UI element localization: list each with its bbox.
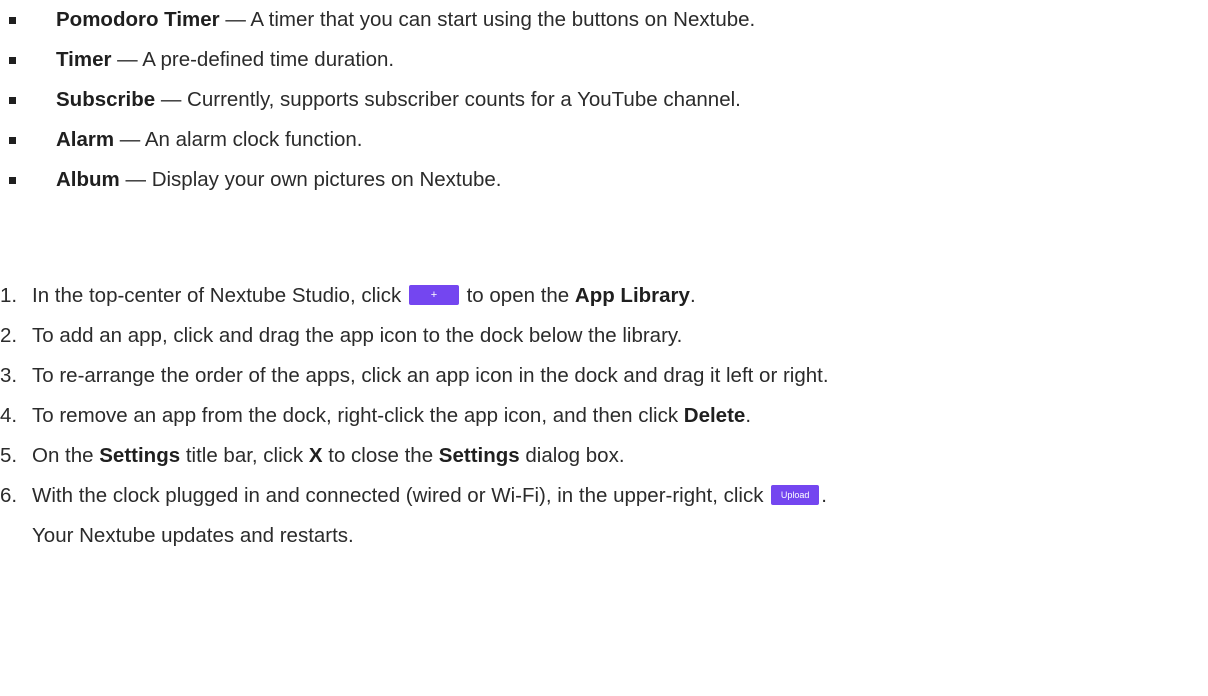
bold-term: App Library	[574, 284, 690, 307]
bullet-square-icon	[9, 176, 16, 184]
text-fragment: To remove an app from the dock, right-cl…	[32, 404, 684, 427]
bullet-square-icon	[9, 96, 16, 104]
feature-text: Timer — A pre-defined time duration.	[56, 48, 394, 72]
step-text: In the top-center of Nextube Studio, cli…	[32, 284, 696, 308]
text-fragment: to open the	[460, 284, 575, 307]
text-fragment: .	[745, 404, 752, 427]
separator: —	[119, 168, 152, 191]
step-number: 2.	[0, 324, 18, 347]
step-text: To add an app, click and drag the app ic…	[32, 324, 683, 347]
feature-name: Album	[56, 168, 120, 191]
feature-name: Alarm	[56, 128, 115, 151]
step-text: To remove an app from the dock, right-cl…	[32, 404, 751, 428]
step-text: To re-arrange the order of the apps, cli…	[32, 364, 829, 387]
step-text: Your Nextube updates and restarts.	[32, 524, 354, 547]
feature-desc: An alarm clock function.	[144, 128, 363, 151]
feature-text: Album — Display your own pictures on Nex…	[56, 168, 502, 192]
feature-text: Pomodoro Timer — A timer that you can st…	[56, 8, 755, 32]
feature-name: Timer	[56, 48, 112, 71]
add-app-button[interactable]: +	[408, 284, 459, 305]
text-fragment: With the clock plugged in and connected …	[32, 484, 770, 507]
separator: —	[155, 88, 188, 111]
feature-text: Subscribe — Currently, supports subscrib…	[56, 88, 741, 112]
step-number: 6.	[0, 484, 18, 507]
text-fragment: title bar, click	[180, 444, 309, 467]
upload-button[interactable]: Upload	[771, 484, 820, 505]
text-fragment: .	[821, 484, 827, 507]
feature-desc: A pre-defined time duration.	[142, 48, 395, 71]
step-text: On the Settings title bar, click X to cl…	[32, 444, 625, 468]
step-number: 5.	[0, 444, 18, 467]
text-fragment: In the top-center of Nextube Studio, cli…	[32, 284, 407, 307]
feature-desc: Display your own pictures on Nextube.	[151, 168, 502, 191]
text-fragment: to close the	[322, 444, 439, 467]
bold-term: Settings	[438, 444, 520, 467]
step-number: 3.	[0, 364, 18, 387]
feature-name: Subscribe	[56, 88, 156, 111]
bold-term: Delete	[683, 404, 746, 427]
feature-name: Pomodoro Timer	[56, 8, 220, 31]
step-number: 4.	[0, 404, 18, 427]
separator: —	[219, 8, 251, 31]
text-fragment: .	[689, 284, 696, 307]
text-fragment: dialog box.	[519, 444, 625, 467]
feature-desc: A timer that you can start using the but…	[250, 8, 756, 31]
separator: —	[114, 128, 145, 151]
bullet-square-icon	[9, 56, 16, 64]
feature-desc: Currently, supports subscriber counts fo…	[187, 88, 741, 111]
bold-term: Settings	[99, 444, 181, 467]
step-number: 1.	[0, 284, 18, 307]
step-text: With the clock plugged in and connected …	[32, 484, 827, 508]
bullet-square-icon	[9, 136, 16, 144]
separator: —	[111, 48, 143, 71]
bold-term: X	[308, 444, 323, 467]
text-fragment: On the	[32, 444, 100, 467]
bullet-square-icon	[9, 16, 16, 24]
feature-text: Alarm — An alarm clock function.	[56, 128, 363, 152]
